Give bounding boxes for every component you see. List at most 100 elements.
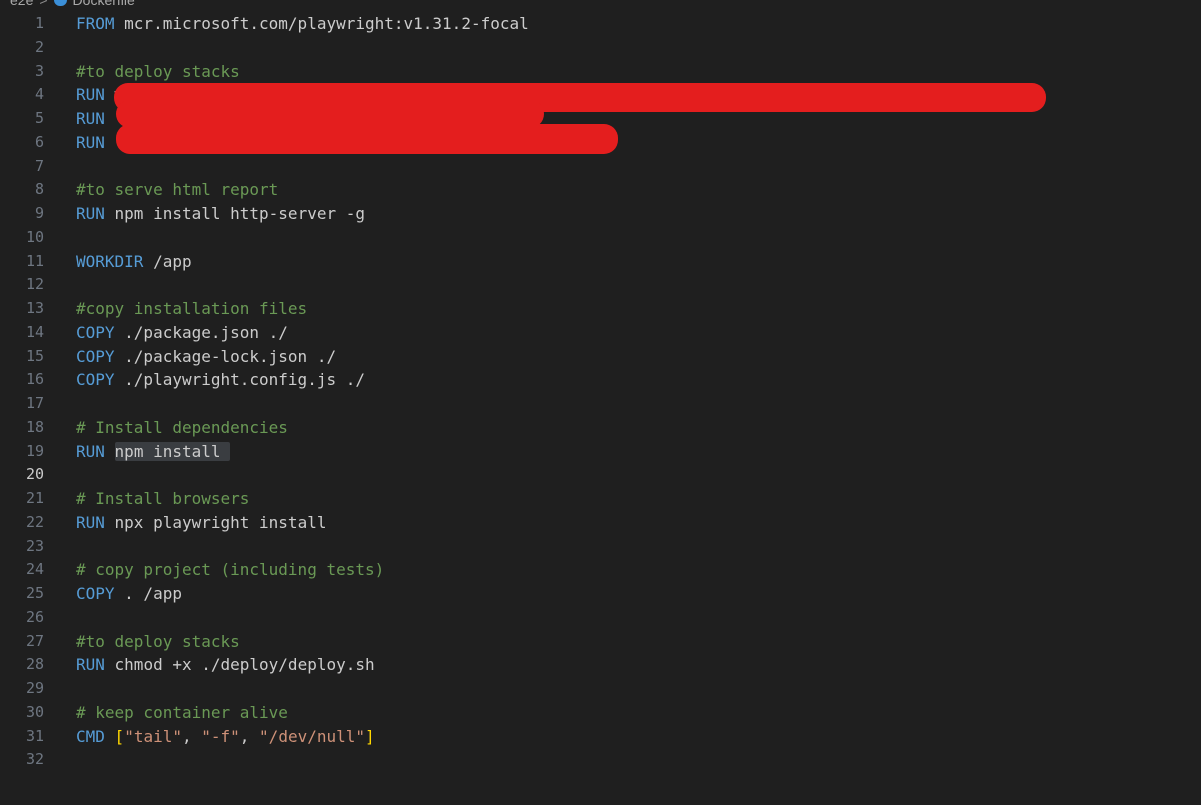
code-line[interactable]: 12 xyxy=(0,273,1201,297)
line-number: 11 xyxy=(25,251,44,270)
line-number: 4 xyxy=(34,85,44,104)
redaction-mark xyxy=(116,124,618,154)
code-token: mcr.microsoft.com/playwright:v1.31.2-foc… xyxy=(114,14,529,33)
code-line[interactable]: 31 CMD ["tail", "-f", "/dev/null"] xyxy=(0,725,1201,749)
line-number: 16 xyxy=(25,370,44,389)
code-line[interactable]: 18 # Install dependencies xyxy=(0,416,1201,440)
line-number: 28 xyxy=(25,655,44,674)
code-line[interactable]: 20 xyxy=(0,463,1201,487)
keyword-token: COPY xyxy=(76,322,115,342)
line-number: 15 xyxy=(25,346,44,365)
code-line[interactable]: 2 xyxy=(0,36,1201,60)
code-line[interactable]: 30 # keep container alive xyxy=(0,701,1201,725)
code-token: [ xyxy=(114,726,125,746)
comment-token: #copy installation files xyxy=(76,299,308,318)
code-line[interactable]: 13 #copy installation files xyxy=(0,297,1201,321)
comment-token: #to deploy stacks xyxy=(76,61,240,81)
line-content[interactable]: RUN xyxy=(76,131,105,155)
line-number: 29 xyxy=(25,679,44,697)
comment-token: # Install browsers xyxy=(76,489,250,508)
line-content[interactable]: COPY . /app xyxy=(76,582,182,606)
line-number: 26 xyxy=(25,607,44,626)
breadcrumb-file[interactable]: Dockerfile xyxy=(73,0,135,8)
code-token: ./package.json ./ xyxy=(114,322,288,342)
code-token: , xyxy=(181,726,202,746)
line-number: 3 xyxy=(34,61,44,80)
code-line[interactable]: 10 xyxy=(0,226,1201,250)
breadcrumb-folder[interactable]: e2e xyxy=(10,0,33,8)
line-content[interactable]: #copy installation files xyxy=(76,297,307,321)
line-content[interactable]: FROM mcr.microsoft.com/playwright:v1.31.… xyxy=(76,12,529,36)
keyword-token: COPY xyxy=(76,584,115,603)
line-content[interactable]: # Install browsers xyxy=(76,487,249,511)
code-line[interactable]: 28 RUN chmod +x ./deploy/deploy.sh xyxy=(0,653,1201,677)
code-line[interactable]: 17 xyxy=(0,392,1201,416)
code-line[interactable]: 8 #to serve html report xyxy=(0,178,1201,202)
line-content[interactable]: RUN npx playwright install xyxy=(76,511,326,535)
line-number: 23 xyxy=(25,536,44,555)
code-line[interactable]: 14 COPY ./package.json ./ xyxy=(0,321,1201,345)
line-content[interactable]: # Install dependencies xyxy=(76,416,288,440)
line-content[interactable]: # keep container alive xyxy=(76,701,288,725)
line-content[interactable]: #to serve html report xyxy=(76,178,278,202)
keyword-token: RUN xyxy=(76,655,105,675)
code-line[interactable]: 7 xyxy=(0,155,1201,179)
line-content[interactable]: RUN xyxy=(76,107,105,131)
code-line[interactable]: 21 # Install browsers xyxy=(0,487,1201,511)
line-number: 8 xyxy=(34,180,44,199)
code-line[interactable]: 26 xyxy=(0,606,1201,630)
line-content[interactable]: # copy project (including tests) xyxy=(76,558,384,582)
line-number: 6 xyxy=(34,132,44,151)
breadcrumb: e2e > Dockerfile xyxy=(10,0,135,9)
line-content[interactable]: #to deploy stacks xyxy=(76,630,240,654)
line-content[interactable]: COPY ./playwright.config.js ./ xyxy=(76,368,365,392)
line-number: 19 xyxy=(25,441,44,460)
code-line[interactable]: 23 xyxy=(0,535,1201,559)
code-line[interactable]: 11 WORKDIR /app xyxy=(0,250,1201,274)
code-line[interactable]: 9 RUN npm install http-server -g xyxy=(0,202,1201,226)
string-token: "tail" xyxy=(124,726,182,746)
keyword-token: WORKDIR xyxy=(76,251,144,271)
line-content[interactable]: RUN chmod +x ./deploy/deploy.sh xyxy=(76,653,375,677)
code-editor[interactable]: e2e > Dockerfile 1 FROM mcr.microsoft.com/p… xyxy=(0,0,1201,805)
line-content[interactable]: COPY ./package-lock.json ./ xyxy=(76,345,336,369)
line-number: 2 xyxy=(34,37,44,56)
line-content[interactable]: WORKDIR /app xyxy=(76,250,192,274)
code-line[interactable]: 29 xyxy=(0,677,1201,701)
code-token: chmod +x ./deploy/deploy.sh xyxy=(104,655,375,675)
code-line[interactable]: 32 xyxy=(0,748,1201,772)
code-token: npm install http-server -g xyxy=(104,204,365,223)
keyword-token: COPY xyxy=(76,370,115,390)
code-line[interactable]: 25 COPY . /app xyxy=(0,582,1201,606)
code-line[interactable]: 16 COPY ./playwright.config.js ./ xyxy=(0,368,1201,392)
keyword-token: RUN xyxy=(76,132,105,152)
line-content[interactable]: CMD ["tail", "-f", "/dev/null"] xyxy=(76,725,375,749)
line-number: 30 xyxy=(25,702,44,721)
line-content[interactable]: COPY ./package.json ./ xyxy=(76,321,288,345)
keyword-token: FROM xyxy=(76,14,115,33)
docker-icon xyxy=(53,0,67,7)
line-number: 32 xyxy=(25,750,44,769)
line-number: 18 xyxy=(25,417,44,436)
code-line[interactable]: 15 COPY ./package-lock.json ./ xyxy=(0,345,1201,369)
line-number: 22 xyxy=(25,512,44,531)
line-number: 27 xyxy=(25,631,44,650)
code-line[interactable]: 1 FROM mcr.microsoft.com/playwright:v1.31… xyxy=(0,12,1201,36)
line-number: 13 xyxy=(25,299,44,317)
code-token: ./package-lock.json ./ xyxy=(114,346,337,366)
comment-token: #to serve html report xyxy=(76,180,279,200)
code-line[interactable]: 24 # copy project (including tests) xyxy=(0,558,1201,582)
line-content[interactable]: RUN npm install xyxy=(76,440,231,464)
comment-token: # Install dependencies xyxy=(76,417,288,437)
line-content[interactable]: #to deploy stacks xyxy=(76,60,240,84)
code-line[interactable]: 19 RUN npm install xyxy=(0,440,1201,464)
code-token: ./playwright.config.js ./ xyxy=(114,370,365,390)
code-line[interactable]: 3 #to deploy stacks xyxy=(0,60,1201,84)
code-line[interactable]: 27 #to deploy stacks xyxy=(0,630,1201,654)
code-line[interactable]: 22 RUN npx playwright install xyxy=(0,511,1201,535)
line-number: 7 xyxy=(34,156,44,175)
line-content[interactable]: RUN npm install http-server -g xyxy=(76,202,365,226)
code-token: . /app xyxy=(114,584,182,603)
